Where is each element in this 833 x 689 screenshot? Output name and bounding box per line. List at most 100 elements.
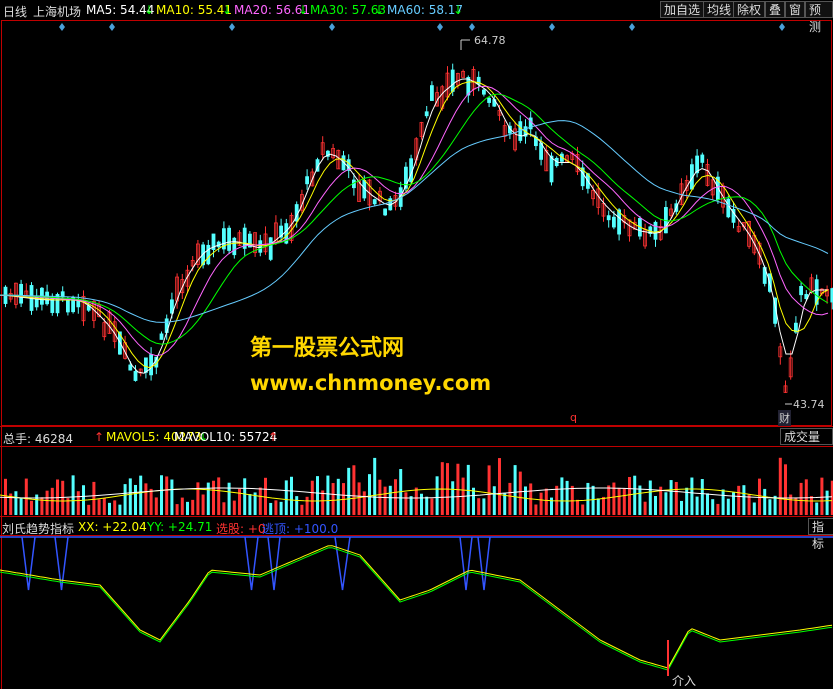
candlestick: [133, 371, 138, 381]
add-watchlist-button[interactable]: 加自选: [660, 1, 705, 18]
signal-diamond: [437, 23, 443, 31]
volume-bar: [763, 488, 767, 515]
volume-bar: [45, 490, 49, 515]
mavol10-value: MAVOL10: 55724: [174, 430, 278, 444]
volume-bar: [352, 465, 356, 515]
volume-bar: [321, 490, 325, 515]
volume-bar: [539, 492, 543, 515]
candlestick: [429, 85, 434, 101]
candlestick: [206, 244, 211, 265]
signal-diamond: [469, 23, 475, 31]
volume-bar: [742, 485, 746, 515]
overlay-button[interactable]: 叠: [765, 1, 786, 18]
volume-bar: [191, 499, 195, 515]
volume-bar: [336, 478, 340, 515]
volume-bar: [404, 492, 408, 515]
candlestick: [799, 286, 803, 296]
signal-diamond: [779, 23, 785, 31]
volume-bar: [560, 477, 564, 515]
volume-bar: [258, 487, 262, 515]
indicator-button[interactable]: 指标: [808, 518, 833, 551]
ma-button[interactable]: 均线: [703, 1, 736, 18]
volume-bar: [607, 485, 611, 515]
finance-marker[interactable]: 财: [778, 410, 791, 426]
ma5-line: [0, 78, 828, 374]
volume-bar: [617, 487, 621, 515]
volume-bar: [768, 499, 772, 515]
volume-bar: [196, 482, 200, 515]
buy-signal-label: 介入: [672, 674, 697, 688]
signal-diamond: [59, 23, 65, 31]
volume-bar: [498, 458, 501, 515]
volume-bar: [430, 498, 434, 515]
volume-bar: [773, 495, 777, 515]
volume-bar: [409, 496, 413, 515]
volume-bar: [113, 500, 117, 515]
volume-bar: [383, 486, 387, 515]
volume-bar: [87, 504, 91, 515]
ex-right-button[interactable]: 除权: [733, 1, 766, 18]
volume-bar: [534, 504, 538, 515]
volume-bar: [633, 475, 637, 515]
low-price-label: 43.74: [793, 398, 825, 411]
mavol10-arrow: ↑: [268, 430, 279, 444]
volume-bar: [160, 475, 163, 515]
candlestick: [232, 237, 237, 256]
volume-bar: [388, 485, 392, 515]
candlestick: [450, 69, 455, 92]
volume-bar: [394, 479, 397, 515]
volume-bar: [602, 496, 605, 515]
candlestick: [481, 89, 486, 95]
escape-signal-spike: [21, 536, 36, 591]
indicator-name: 刘氏趋势指标: [2, 522, 75, 536]
window-button[interactable]: 窗: [785, 1, 806, 18]
volume-bar: [664, 492, 668, 515]
ma20-line: [0, 85, 829, 357]
volume-bar: [14, 491, 18, 515]
volume-bar: [201, 494, 205, 515]
watermark-url: www.chnmoney.com: [250, 371, 492, 395]
escape-signal-spike: [459, 536, 473, 591]
signal-diamond: [329, 23, 335, 31]
volume-bar: [612, 482, 616, 515]
volume-bar: [669, 480, 673, 515]
escape-signal-spike: [244, 536, 259, 591]
volume-bar: [232, 500, 236, 515]
candlestick: [383, 208, 388, 216]
volume-bar: [222, 502, 226, 515]
volume-bar: [144, 483, 148, 515]
volume-bar: [165, 476, 169, 515]
volume-bar: [212, 480, 215, 515]
volume-bar: [316, 476, 319, 515]
candlestick: [726, 198, 731, 218]
volume-bar: [674, 481, 678, 515]
volume-bar: [331, 483, 335, 515]
ma10-value: MA10: 55.41: [156, 3, 233, 17]
price-panel-frame: [1, 20, 832, 426]
volume-bar: [97, 499, 101, 515]
volume-button[interactable]: 成交量: [780, 428, 833, 445]
period-label[interactable]: 日线: [3, 3, 27, 20]
volume-bar: [576, 499, 579, 515]
volume-bar: [544, 488, 548, 515]
volume-bar: [451, 481, 455, 515]
volume-bar: [716, 503, 720, 515]
volume-bar: [503, 492, 507, 515]
chart-canvas[interactable]: [0, 0, 833, 689]
volume-bar: [784, 464, 787, 515]
volume-bar: [628, 476, 631, 515]
volume-bar: [487, 465, 491, 515]
volume-bar: [347, 467, 351, 515]
volume-bar: [102, 497, 106, 515]
escape-signal-spike: [477, 536, 491, 591]
high-price-label: 64.78: [474, 34, 506, 47]
volume-bar: [425, 496, 429, 515]
volume-bar: [622, 488, 626, 515]
volume-bar: [815, 502, 819, 515]
volume-bar: [643, 501, 647, 515]
volume-bar: [264, 477, 267, 515]
volume-bar: [71, 475, 75, 515]
forecast-button[interactable]: 预测: [805, 1, 833, 34]
q-marker: q: [570, 411, 577, 424]
volume-bar: [778, 457, 782, 515]
